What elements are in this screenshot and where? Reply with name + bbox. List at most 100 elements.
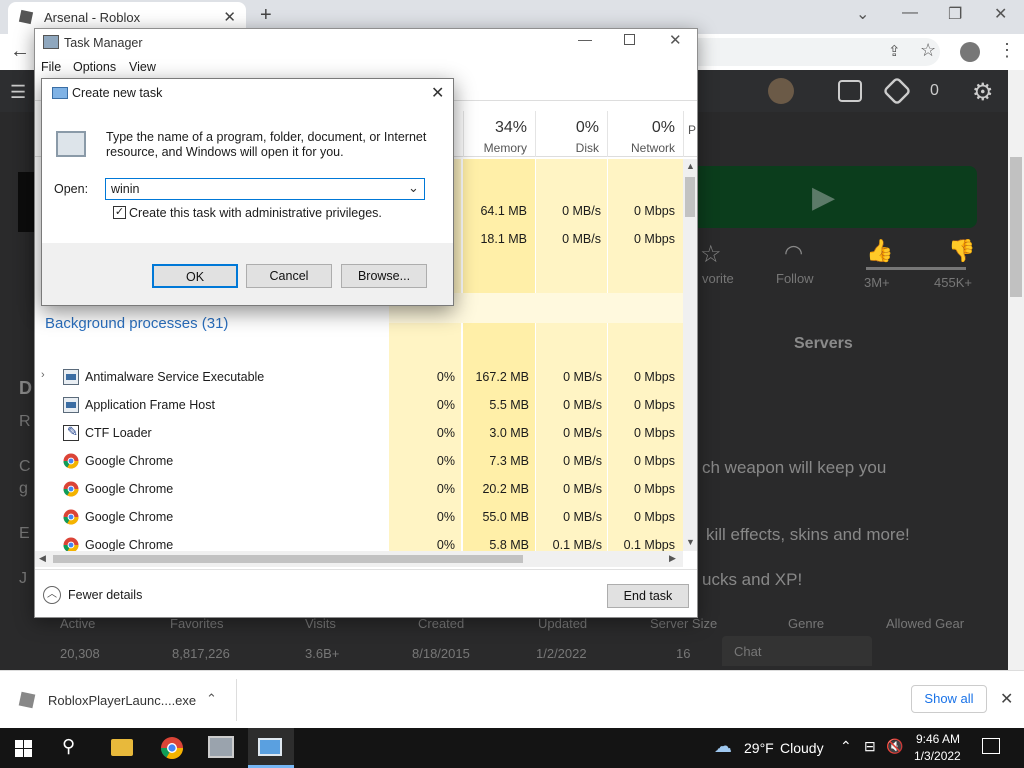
disk-cell: 0 MB/s: [562, 204, 601, 218]
dialog-close-icon[interactable]: ✕: [431, 83, 444, 103]
close-button[interactable]: ✕: [994, 4, 1007, 24]
fewer-details-link[interactable]: Fewer details: [68, 588, 142, 602]
column-power[interactable]: P: [683, 111, 697, 157]
page-text-frag: g: [19, 480, 28, 497]
network-percent: 0%: [651, 119, 675, 136]
chat-icon[interactable]: [838, 80, 862, 102]
scroll-down-icon[interactable]: ▼: [686, 537, 695, 547]
chat-panel[interactable]: Chat: [722, 636, 872, 666]
weather-temp[interactable]: 29°F: [744, 740, 774, 756]
combobox-dropdown-icon[interactable]: ⌄: [408, 180, 419, 196]
close-downloads-icon[interactable]: ✕: [1000, 689, 1013, 709]
process-vscroll-thumb[interactable]: [685, 177, 695, 217]
network-cell: 0 Mbps: [634, 370, 675, 384]
thumbs-down-icon[interactable]: 👎: [948, 238, 975, 264]
column-memory[interactable]: 34% Memory: [463, 111, 535, 157]
scroll-left-icon[interactable]: ◀: [39, 553, 46, 564]
chrome-taskbar-icon[interactable]: [160, 736, 184, 760]
process-name: Application Frame Host: [85, 398, 215, 412]
network-cell: 0 Mbps: [634, 482, 675, 496]
tm-close-button[interactable]: ✕: [669, 31, 682, 49]
clock-date[interactable]: 1/3/2022: [914, 749, 961, 763]
restore-button[interactable]: ❐: [948, 4, 962, 24]
servers-tab[interactable]: Servers: [794, 335, 853, 353]
open-input[interactable]: winin: [111, 182, 140, 196]
file-explorer-icon[interactable]: [111, 739, 133, 756]
task-manager-titlebar[interactable]: Task Manager — ✕: [35, 29, 697, 57]
cpu-cell: 0%: [436, 538, 455, 551]
new-tab-button[interactable]: +: [260, 4, 272, 27]
tray-chevron-icon[interactable]: ⌃: [840, 738, 852, 755]
stat-header: Visits: [305, 616, 336, 631]
stat-header: Allowed Gear: [886, 616, 965, 631]
process-row[interactable]: Application Frame Host 0% 5.5 MB 0 MB/s 0 Mb…: [35, 391, 683, 419]
bookmark-star-icon[interactable]: ☆: [920, 40, 936, 61]
process-vscrollbar[interactable]: [683, 159, 697, 551]
scroll-up-icon[interactable]: ▲: [686, 161, 695, 171]
weather-condition[interactable]: Cloudy: [780, 740, 824, 756]
expand-chevron-icon[interactable]: ›: [41, 369, 45, 381]
tab-title: Arsenal - Roblox: [44, 10, 141, 25]
thumbs-up-icon[interactable]: 👍: [866, 238, 893, 264]
download-filename[interactable]: RobloxPlayerLaunc....exe: [48, 693, 196, 708]
admin-checkbox[interactable]: ✓: [113, 206, 126, 219]
cancel-button[interactable]: Cancel: [246, 264, 332, 288]
download-chevron-icon[interactable]: ⌃: [206, 691, 217, 707]
minimize-button[interactable]: —: [902, 4, 918, 22]
tm-minimize-button[interactable]: —: [578, 31, 592, 47]
search-icon[interactable]: ⚲: [62, 736, 75, 757]
task-manager-taskbar-icon[interactable]: [208, 736, 234, 758]
ctf-icon: ✎: [63, 424, 79, 441]
process-row[interactable]: Google Chrome 0% 5.8 MB 0.1 MB/s 0.1 Mbps: [35, 531, 683, 551]
favorite-star-icon[interactable]: ☆: [700, 240, 722, 269]
menu-file[interactable]: File: [41, 60, 61, 74]
follow-icon[interactable]: ◠: [784, 240, 803, 266]
process-row[interactable]: › Antimalware Service Executable 0% 167.2 M…: [35, 363, 683, 391]
open-label: Open:: [54, 182, 89, 196]
more-menu-icon[interactable]: ⋮: [998, 40, 1016, 61]
dialog-titlebar[interactable]: Create new task ✕: [42, 79, 453, 107]
process-row[interactable]: ✎ CTF Loader 0% 3.0 MB 0 MB/s 0 Mbps: [35, 419, 683, 447]
process-row[interactable]: Google Chrome 0% 7.3 MB 0 MB/s 0 Mbps: [35, 447, 683, 475]
column-disk[interactable]: 0% Disk: [535, 111, 607, 157]
memory-label: Memory: [483, 141, 527, 155]
profile-avatar[interactable]: [960, 42, 980, 62]
menu-options[interactable]: Options: [73, 60, 116, 74]
process-row[interactable]: Google Chrome 0% 20.2 MB 0 MB/s 0 Mbps: [35, 475, 683, 503]
run-dialog-taskbar-icon[interactable]: [258, 738, 282, 756]
notifications-icon[interactable]: [982, 738, 1000, 754]
process-row[interactable]: Google Chrome 0% 55.0 MB 0 MB/s 0 Mbps: [35, 503, 683, 531]
memory-cell: 20.2 MB: [482, 482, 529, 496]
menu-view[interactable]: View: [129, 60, 156, 74]
disk-cell: 0 MB/s: [563, 398, 602, 412]
background-processes-heading: Background processes (31): [45, 315, 229, 332]
end-task-button[interactable]: End task: [607, 584, 689, 608]
share-icon[interactable]: ⇪: [888, 42, 901, 60]
tab-close-icon[interactable]: ✕: [223, 8, 236, 26]
settings-gear-icon[interactable]: ⚙: [972, 78, 994, 107]
windows-start-icon[interactable]: [15, 740, 32, 757]
stat-header: Genre: [788, 616, 825, 631]
scroll-right-icon[interactable]: ▶: [669, 553, 676, 564]
process-hscroll-thumb[interactable]: [53, 555, 523, 563]
tm-maximize-button[interactable]: [624, 34, 635, 45]
fewer-details-chevron-icon[interactable]: ︿: [43, 586, 61, 604]
address-bar[interactable]: [690, 38, 940, 66]
hamburger-menu-icon[interactable]: ☰: [10, 82, 26, 103]
cpu-cell: 0%: [436, 454, 455, 468]
tab-search-icon[interactable]: ⌄: [856, 4, 869, 24]
volume-muted-icon[interactable]: 🔇: [886, 738, 903, 755]
ok-button[interactable]: OK: [152, 264, 238, 288]
user-avatar[interactable]: [768, 78, 794, 104]
browse-button[interactable]: Browse...: [341, 264, 427, 288]
network-icon[interactable]: ⊟: [864, 738, 876, 755]
show-all-button[interactable]: Show all: [911, 685, 987, 713]
open-combobox[interactable]: winin ⌄: [105, 178, 425, 200]
network-cell: 0 Mbps: [634, 426, 675, 440]
dialog-message: Type the name of a program, folder, docu…: [106, 130, 427, 159]
page-scroll-thumb[interactable]: [1010, 157, 1022, 297]
network-cell: 0 Mbps: [634, 204, 675, 218]
clock-time[interactable]: 9:46 AM: [916, 732, 960, 746]
back-arrow-icon[interactable]: ←: [10, 40, 30, 63]
column-network[interactable]: 0% Network: [607, 111, 683, 157]
